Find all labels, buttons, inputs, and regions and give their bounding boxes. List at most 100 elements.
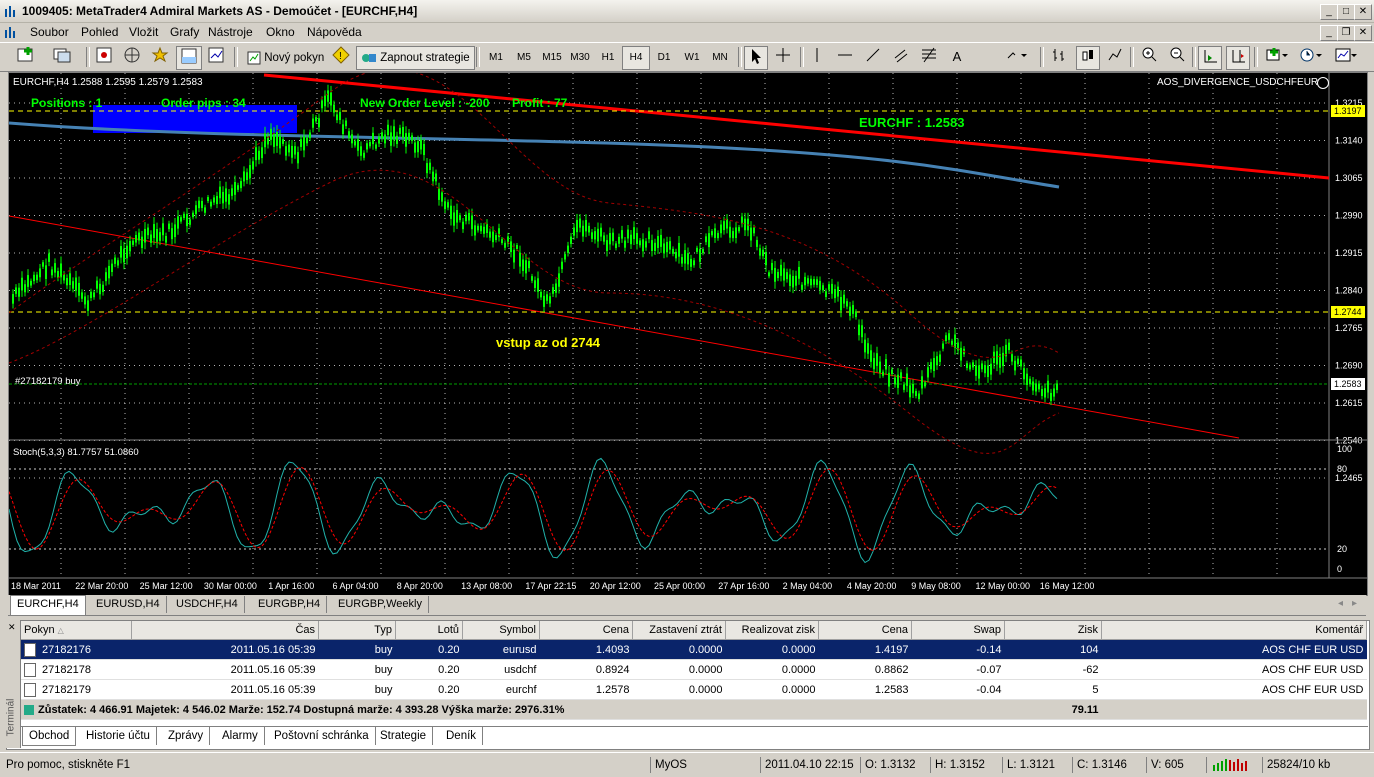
col-pokyn[interactable]: Pokyn △ [21, 621, 132, 640]
tab-strategie[interactable]: Strategie [374, 727, 434, 745]
tab-denik[interactable]: Deník [440, 727, 484, 745]
menu-okno[interactable]: Okno [266, 25, 295, 39]
chart-tab-eurchf-h4[interactable]: EURCHF,H4 [10, 595, 86, 615]
child-close-button[interactable]: ✕ [1354, 25, 1372, 41]
timeframe-m1[interactable]: M1 [482, 46, 510, 70]
col-comment[interactable]: Komentář [1101, 621, 1367, 640]
menu-napoveda[interactable]: Nápověda [307, 25, 362, 39]
templates-icon[interactable] [1330, 46, 1362, 68]
col-stop-loss[interactable]: Zastavení ztrát [632, 621, 726, 640]
candle-body [810, 278, 812, 286]
col-take-profit[interactable]: Realizovat zisk [725, 621, 819, 640]
tab-scroll-right-icon[interactable]: ▸ [1352, 598, 1357, 609]
tab-postovni-schranka[interactable]: Poštovní schránka [268, 727, 376, 745]
menu-vlozit[interactable]: Vložit [129, 25, 158, 39]
chart-window[interactable]: 1.3215 1.3140 1.3065 1.2990 1.2915 1.2840 1.27… [8, 68, 1368, 596]
tab-scroll-left-icon[interactable]: ◂ [1338, 598, 1343, 609]
candle-body [924, 382, 926, 387]
candle-body [36, 274, 38, 281]
col-lots[interactable]: Lotů [395, 621, 463, 640]
horizontal-line-icon[interactable] [834, 46, 856, 68]
tab-alarmy[interactable]: Alarmy [216, 727, 265, 745]
tab-zpravy[interactable]: Zprávy [162, 727, 211, 745]
timeframe-w1[interactable]: W1 [678, 46, 706, 70]
new-chart-icon[interactable] [12, 46, 42, 68]
menu-grafy[interactable]: Grafy [170, 25, 199, 39]
col-typ[interactable]: Typ [318, 621, 396, 640]
timeframe-h4[interactable]: H4 [622, 46, 650, 70]
minimize-button[interactable]: _ [1320, 4, 1338, 20]
order-open-price: 0.8924 [539, 659, 633, 680]
chart-tab-eurgbp-weekly[interactable]: EURGBP,Weekly [332, 596, 429, 613]
terminal-toggle-icon[interactable] [176, 46, 202, 70]
timeframe-m30[interactable]: M30 [566, 46, 594, 70]
autoscroll-icon[interactable] [1198, 46, 1222, 70]
chart-tabs: EURCHF,H4 EURUSD,H4 USDCHF,H4 EURGBP,H4 … [8, 595, 1366, 616]
trendline-icon[interactable] [862, 46, 884, 68]
new-order-button[interactable]: Nový pokyn [242, 46, 329, 70]
chart-tab-eurgbp-h4[interactable]: EURGBP,H4 [252, 596, 328, 613]
indicators-icon[interactable] [1262, 46, 1292, 68]
candle-body [579, 218, 581, 228]
maximize-button[interactable]: □ [1337, 4, 1355, 20]
new-order-level-label: New Order Level : -200 [360, 96, 490, 110]
tester-icon[interactable] [204, 46, 228, 68]
expert-advisors-button[interactable]: Zapnout strategie [356, 46, 475, 70]
navigator-icon[interactable] [120, 46, 144, 68]
zoom-in-icon[interactable] [1138, 46, 1160, 68]
col-profit[interactable]: Zisk [1004, 621, 1102, 640]
indicator-close-icon[interactable] [1317, 77, 1329, 89]
menu-soubor[interactable]: Soubor [30, 25, 69, 39]
candle-body [1029, 378, 1031, 385]
candle-body [282, 139, 284, 144]
tab-historie-uctu[interactable]: Historie účtu [80, 727, 157, 745]
timeframe-h1[interactable]: H1 [594, 46, 622, 70]
metaeditor-icon[interactable]: ! [330, 46, 352, 68]
col-current-price[interactable]: Cena [818, 621, 912, 640]
candle-body [153, 224, 155, 238]
tab-obchod[interactable]: Obchod [22, 727, 77, 746]
market-watch-icon[interactable] [92, 46, 116, 68]
timeframe-m15[interactable]: M15 [538, 46, 566, 70]
favorites-icon[interactable] [148, 46, 172, 68]
child-minimize-button[interactable]: _ [1320, 25, 1338, 41]
candlestick-icon[interactable] [1076, 46, 1100, 70]
close-button[interactable]: ✕ [1354, 4, 1372, 20]
order-row[interactable]: 27182179 2011.05.16 05:39 buy 0.20 eurch… [21, 679, 1367, 700]
zoom-out-icon[interactable] [1166, 46, 1188, 68]
menu-nastroje[interactable]: Nástroje [208, 25, 253, 39]
col-swap[interactable]: Swap [911, 621, 1005, 640]
chart-shift-icon[interactable] [1226, 46, 1250, 70]
bar-chart-icon[interactable] [1048, 46, 1070, 68]
cursor-icon[interactable] [744, 46, 768, 70]
crosshair-icon[interactable] [772, 46, 794, 68]
timeframe-m5[interactable]: M5 [510, 46, 538, 70]
col-open-price[interactable]: Cena [539, 621, 633, 640]
candle-body [555, 283, 557, 293]
profiles-icon[interactable] [48, 46, 78, 68]
menu-pohled[interactable]: Pohled [81, 25, 118, 39]
chart-tab-usdchf-h4[interactable]: USDCHF,H4 [170, 596, 245, 613]
periods-icon[interactable] [1296, 46, 1326, 68]
terminal-close-icon[interactable]: ✕ [8, 622, 16, 633]
timeframe-d1[interactable]: D1 [650, 46, 678, 70]
arrows-icon[interactable] [1002, 46, 1032, 68]
child-restore-button[interactable]: ❐ [1337, 25, 1355, 41]
candle-body [909, 385, 911, 398]
order-price: 1.4197 [818, 639, 912, 660]
chart-canvas[interactable]: 1.32151.31401.30651.29901.29151.28401.27… [8, 68, 1367, 595]
order-open-price: 1.4093 [539, 639, 633, 660]
timeframe-mn[interactable]: MN [706, 46, 734, 70]
chart-tab-eurusd-h4[interactable]: EURUSD,H4 [90, 596, 167, 613]
channel-icon[interactable] [890, 46, 912, 68]
vertical-line-icon[interactable] [806, 46, 828, 68]
order-row[interactable]: 27182176 2011.05.16 05:39 buy 0.20 eurus… [21, 639, 1367, 660]
order-row[interactable]: 27182178 2011.05.16 05:39 buy 0.20 usdch… [21, 659, 1367, 680]
col-cas[interactable]: Čas [131, 621, 319, 640]
text-icon[interactable]: A [946, 46, 968, 68]
col-symbol[interactable]: Symbol [462, 621, 540, 640]
order-tp: 0.0000 [725, 659, 819, 680]
status-profile[interactable]: MyOS [650, 757, 755, 773]
line-chart-icon[interactable] [1104, 46, 1126, 68]
fibonacci-icon[interactable] [918, 46, 940, 68]
